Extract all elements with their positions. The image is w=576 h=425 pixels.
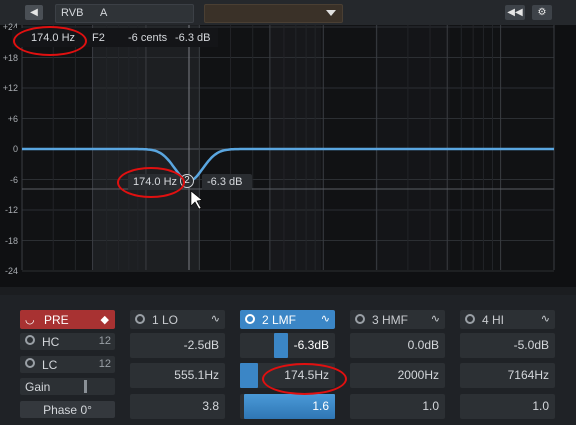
top-toolbar: ◀ RVB A ◀◀ ⚙: [0, 0, 576, 25]
band-header-3[interactable]: 3 HMF ∿: [350, 310, 445, 329]
y-tick-label: -18: [4, 235, 18, 246]
hc-power-icon[interactable]: [25, 335, 35, 345]
band-header-1[interactable]: 1 LO ∿: [130, 310, 225, 329]
preset-selector[interactable]: RVB A: [55, 4, 194, 23]
band-shape-icon[interactable]: ∿: [541, 312, 550, 325]
skip-back-button[interactable]: ◀◀: [505, 5, 525, 20]
filter-icon: ◡: [25, 314, 35, 326]
band-freq-value: 2000Hz: [397, 368, 439, 382]
readout-note: F2: [92, 32, 105, 44]
node-gain-tag: -6.3 dB: [202, 174, 252, 190]
band-header-4[interactable]: 4 HI ∿: [460, 310, 555, 329]
band-power-icon[interactable]: [135, 314, 145, 324]
band-1-q-field[interactable]: 3.8: [130, 394, 225, 419]
eq-graph-svg: [21, 25, 555, 272]
hc-control[interactable]: HC 12: [20, 333, 115, 350]
node-gain-label: -6.3 dB: [207, 176, 243, 188]
y-tick-label: +18: [2, 52, 18, 63]
band-q-value: 1.6: [312, 399, 329, 413]
band-gain-value: -6.3dB: [293, 338, 329, 352]
hc-label: HC: [42, 335, 60, 349]
band-power-icon[interactable]: [355, 314, 365, 324]
chevron-down-icon: [326, 10, 336, 16]
band-1-freq-field[interactable]: 555.1Hz: [130, 363, 225, 388]
preset-dropdown[interactable]: [204, 4, 343, 23]
freq-fill: [240, 363, 258, 388]
band-shade-mid: [269, 25, 321, 270]
y-tick-label: -12: [4, 205, 18, 215]
band-power-icon[interactable]: [245, 314, 255, 324]
band-gain-value: 0.0dB: [407, 338, 439, 352]
gain-slider-handle[interactable]: [84, 380, 87, 393]
preset-name: RVB: [61, 7, 84, 19]
y-tick-label: +12: [2, 83, 18, 93]
band-3-q-field[interactable]: 1.0: [350, 394, 445, 419]
band-title: 2 LMF: [262, 313, 297, 327]
band-4-q-field[interactable]: 1.0: [460, 394, 555, 419]
band-q-value: 1.0: [422, 399, 439, 413]
band-4-freq-field[interactable]: 7164Hz: [460, 363, 555, 388]
band-shape-icon[interactable]: ∿: [431, 312, 440, 325]
band-gain-value: -5.0dB: [513, 338, 549, 352]
lc-control[interactable]: LC 12: [20, 356, 115, 373]
band-shape-icon[interactable]: ∿: [211, 312, 220, 325]
eraser-icon: ◆: [100, 314, 109, 326]
band-gain-value: -2.5dB: [183, 338, 219, 352]
gain-slider[interactable]: Gain: [20, 378, 115, 395]
band-1-gain-field[interactable]: -2.5dB: [130, 333, 225, 358]
phase-button[interactable]: Phase 0°: [20, 401, 115, 418]
band-node-number: 2: [184, 175, 190, 186]
readout-cents: -6 cents: [128, 32, 168, 44]
band-4-gain-field[interactable]: -5.0dB: [460, 333, 555, 358]
band-q-value: 3.8: [202, 399, 219, 413]
y-tick-label: -24: [4, 266, 18, 276]
band-shade-high: [375, 25, 450, 270]
highlight-circle-readout: [13, 26, 87, 56]
band-2-q-field[interactable]: 1.6: [240, 394, 335, 419]
band-3-freq-field[interactable]: 2000Hz: [350, 363, 445, 388]
y-tick-label: 0: [12, 144, 18, 154]
gain-label: Gain: [25, 380, 51, 394]
highlight-circle-node: [117, 167, 185, 198]
band-freq-value: 555.1Hz: [174, 368, 219, 382]
band-title: 1 LO: [152, 313, 179, 327]
settings-button[interactable]: ⚙: [532, 5, 552, 20]
y-tick-label: -6: [9, 174, 18, 185]
hc-slope: 12: [98, 335, 111, 347]
band-title: 4 HI: [482, 313, 505, 327]
highlight-circle-frequency: [262, 363, 347, 395]
band-2-gain-field[interactable]: -6.3dB: [240, 333, 335, 358]
phase-label: Phase 0°: [43, 403, 92, 417]
y-tick-label: +6: [7, 113, 18, 124]
gain-fill: [274, 333, 288, 358]
band-title: 3 HMF: [372, 313, 408, 327]
band-freq-value: 7164Hz: [507, 368, 549, 382]
pre-title: PRE: [44, 313, 69, 327]
lc-label: LC: [42, 358, 58, 372]
band-3-gain-field[interactable]: 0.0dB: [350, 333, 445, 358]
skip-back-icon: ◀◀: [507, 7, 523, 18]
band-power-icon[interactable]: [465, 314, 475, 324]
band-q-value: 1.0: [532, 399, 549, 413]
lc-power-icon[interactable]: [25, 358, 35, 368]
lc-slope: 12: [98, 358, 111, 370]
back-button[interactable]: ◀: [25, 5, 43, 20]
arrow-left-icon: ◀: [30, 7, 38, 18]
eq-graph[interactable]: +24+18+12+60-6-12-18-24 20501002005001 k…: [0, 22, 576, 310]
readout-gain: -6.3 dB: [175, 32, 211, 44]
pre-header[interactable]: ◡ PRE ◆: [20, 310, 115, 329]
gear-icon: ⚙: [537, 7, 547, 18]
band-header-2[interactable]: 2 LMF ∿: [240, 310, 335, 329]
band-shape-icon[interactable]: ∿: [321, 312, 330, 325]
preset-slot: A: [100, 7, 108, 19]
